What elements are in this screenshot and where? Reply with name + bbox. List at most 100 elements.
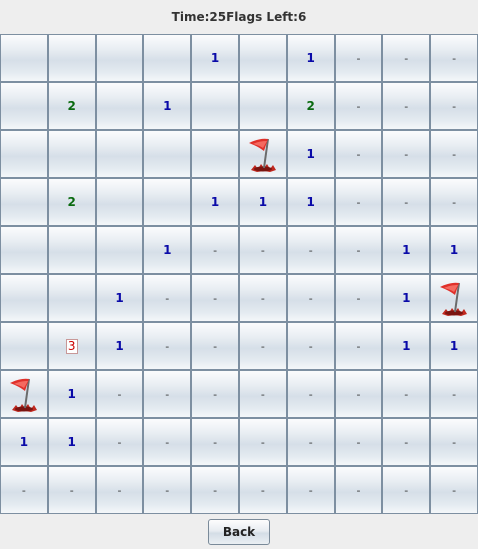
unrevealed-cell[interactable]: - [430,370,478,418]
unrevealed-cell[interactable]: - [191,370,239,418]
empty-cell[interactable] [0,226,48,274]
unrevealed-cell[interactable]: - [382,418,431,466]
empty-cell[interactable] [95,226,144,274]
empty-cell[interactable] [0,178,48,226]
number-cell[interactable]: 1 [95,322,144,370]
unrevealed-cell[interactable]: - [286,274,335,322]
unrevealed-cell[interactable]: - [430,178,478,226]
empty-cell[interactable] [191,82,239,130]
unrevealed-cell[interactable]: - [286,466,335,514]
unrevealed-cell[interactable]: - [191,226,239,274]
empty-cell[interactable] [95,178,144,226]
unrevealed-cell[interactable]: - [0,466,48,514]
number-cell[interactable]: 1 [382,274,431,322]
unrevealed-cell[interactable]: - [191,418,239,466]
unrevealed-cell[interactable]: - [334,34,383,82]
unrevealed-cell[interactable]: - [382,82,431,130]
unrevealed-cell[interactable]: - [191,322,239,370]
number-cell[interactable]: 1 [238,178,287,226]
unrevealed-cell[interactable]: - [334,82,383,130]
unrevealed-cell[interactable]: - [238,274,287,322]
empty-cell[interactable] [238,34,287,82]
number-cell[interactable]: 1 [286,34,335,82]
number-cell[interactable]: 1 [382,226,431,274]
unrevealed-cell[interactable]: - [286,226,335,274]
unrevealed-cell[interactable]: - [286,322,335,370]
empty-cell[interactable] [47,34,96,82]
unrevealed-cell[interactable]: - [382,178,431,226]
number-cell[interactable]: 1 [286,130,335,178]
number-cell[interactable]: 1 [95,274,144,322]
empty-cell[interactable] [0,274,48,322]
empty-cell[interactable] [0,130,48,178]
number-cell[interactable]: 1 [143,226,192,274]
unrevealed-cell[interactable]: - [334,130,383,178]
unrevealed-cell[interactable]: - [47,466,96,514]
empty-cell[interactable] [191,130,239,178]
number-cell[interactable]: 1 [0,418,48,466]
unrevealed-cell[interactable]: - [334,466,383,514]
empty-cell[interactable] [0,34,48,82]
empty-cell[interactable] [95,34,144,82]
empty-cell[interactable] [95,82,144,130]
unrevealed-cell[interactable]: - [95,466,144,514]
unrevealed-cell[interactable]: - [238,322,287,370]
unrevealed-cell[interactable]: - [334,418,383,466]
flagged-cell[interactable] [430,274,478,322]
number-cell[interactable]: 1 [191,178,239,226]
empty-cell[interactable] [47,130,96,178]
unrevealed-cell[interactable]: - [238,418,287,466]
unrevealed-cell[interactable]: - [382,130,431,178]
number-cell[interactable]: 2 [47,82,96,130]
number-cell[interactable]: 2 [286,82,335,130]
unrevealed-cell[interactable]: - [334,322,383,370]
unrevealed-cell[interactable]: - [143,466,192,514]
empty-cell[interactable] [143,130,192,178]
number-cell[interactable]: 1 [382,322,431,370]
number-cell[interactable]: 1 [430,322,478,370]
back-button[interactable]: Back [208,518,270,545]
unrevealed-cell[interactable]: - [143,322,192,370]
number-cell[interactable]: 1 [191,34,239,82]
empty-cell[interactable] [47,226,96,274]
unrevealed-cell[interactable]: - [286,370,335,418]
number-cell[interactable]: 1 [47,418,96,466]
unrevealed-cell[interactable]: - [286,418,335,466]
unrevealed-cell[interactable]: - [430,82,478,130]
flagged-cell[interactable] [238,130,287,178]
unrevealed-cell[interactable]: - [238,370,287,418]
unrevealed-cell[interactable]: - [382,370,431,418]
unrevealed-cell[interactable]: - [191,466,239,514]
unrevealed-cell[interactable]: - [143,274,192,322]
unrevealed-cell[interactable]: - [430,418,478,466]
unrevealed-cell[interactable]: - [382,466,431,514]
unrevealed-cell[interactable]: - [430,130,478,178]
unrevealed-cell[interactable]: - [143,370,192,418]
empty-cell[interactable] [143,34,192,82]
number-cell[interactable]: 1 [143,82,192,130]
number-cell[interactable]: 1 [430,226,478,274]
unrevealed-cell[interactable]: - [238,226,287,274]
unrevealed-cell[interactable]: - [95,418,144,466]
empty-cell[interactable] [143,178,192,226]
unrevealed-cell[interactable]: - [95,370,144,418]
unrevealed-cell[interactable]: - [430,466,478,514]
empty-cell[interactable] [0,322,48,370]
number-cell[interactable]: 2 [47,178,96,226]
unrevealed-cell[interactable]: - [334,178,383,226]
flagged-cell[interactable] [0,370,48,418]
number-cell[interactable]: 1 [286,178,335,226]
empty-cell[interactable] [238,82,287,130]
empty-cell[interactable] [95,130,144,178]
unrevealed-cell[interactable]: - [334,274,383,322]
unrevealed-cell[interactable]: - [334,226,383,274]
empty-cell[interactable] [0,82,48,130]
unrevealed-cell[interactable]: - [382,34,431,82]
unrevealed-cell[interactable]: - [334,370,383,418]
number-cell[interactable]: 1 [47,370,96,418]
unrevealed-cell[interactable]: - [238,466,287,514]
unrevealed-cell[interactable]: - [191,274,239,322]
unrevealed-cell[interactable]: - [143,418,192,466]
unrevealed-cell[interactable]: - [430,34,478,82]
number-cell[interactable]: 3 [47,322,96,370]
